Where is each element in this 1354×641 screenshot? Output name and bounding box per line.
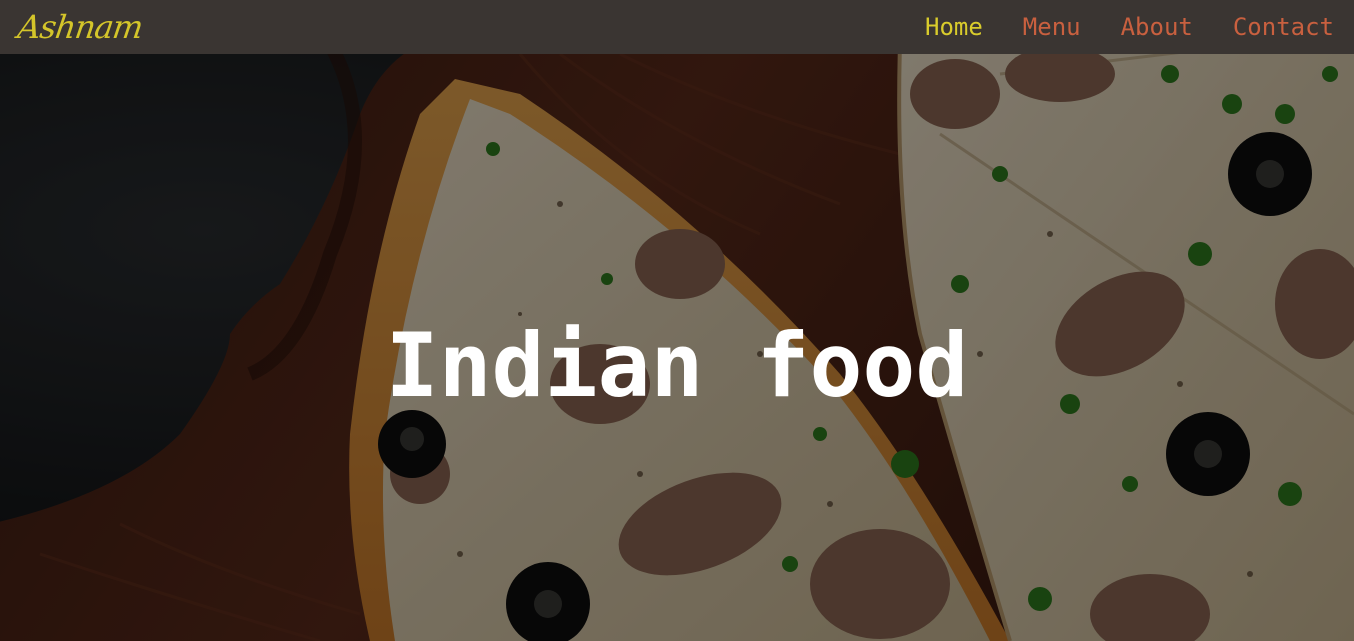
nav-links: Home Menu About Contact: [885, 15, 1334, 39]
brand-logo[interactable]: Ashnam: [15, 8, 145, 46]
nav-link-home[interactable]: Home: [925, 15, 983, 39]
hero-section: Indian food: [0, 54, 1354, 641]
nav-link-about[interactable]: About: [1121, 15, 1193, 39]
navbar: Ashnam Home Menu About Contact: [0, 0, 1354, 54]
nav-link-menu[interactable]: Menu: [1023, 15, 1081, 39]
nav-link-contact[interactable]: Contact: [1233, 15, 1334, 39]
hero-title: Indian food: [385, 314, 969, 417]
